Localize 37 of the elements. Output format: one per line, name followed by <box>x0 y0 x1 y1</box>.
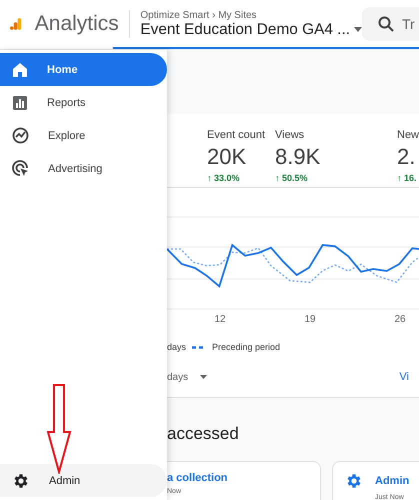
metric-value: 2. <box>397 144 416 170</box>
axis-label: 12 <box>214 314 226 325</box>
metric-value: 8.9K <box>275 144 322 170</box>
nav-item[interactable]: Explore <box>0 119 167 152</box>
home-icon <box>12 62 28 78</box>
target-cursor-icon <box>12 160 29 177</box>
explore-icon <box>12 127 29 144</box>
section-heading: accessed <box>167 424 240 444</box>
axis-label: 19 <box>304 314 316 325</box>
nav-item[interactable]: Advertising <box>0 152 167 185</box>
property-selector[interactable]: Event Education Demo GA4 ... <box>140 20 362 38</box>
metric-change: ↑ 33.0% <box>207 173 241 183</box>
settings-icon <box>12 472 30 490</box>
breadcrumb[interactable]: Optimize Smart › My Sites <box>140 10 362 20</box>
search-icon <box>378 16 394 32</box>
search-field[interactable]: Tr <box>362 7 419 41</box>
metric-label: Views <box>275 129 306 141</box>
view-link[interactable]: Vi <box>399 371 409 383</box>
nav-item[interactable]: Home <box>0 53 167 86</box>
metric-change: ↑ 16. <box>397 173 418 183</box>
bar-chart-icon <box>12 94 28 110</box>
card-title[interactable]: a collection <box>167 472 228 484</box>
caret-icon <box>200 375 208 379</box>
metric-value: 20K <box>207 144 248 170</box>
card-title[interactable]: Admin <box>375 475 410 487</box>
metric-change: ↑ 50.5% <box>275 173 309 183</box>
nav-item[interactable]: Reports <box>0 86 167 119</box>
nav-item[interactable]: Admin <box>0 464 167 497</box>
legend-label: Preceding period <box>212 342 280 352</box>
settings-icon <box>345 472 363 490</box>
metric-label: Event count <box>207 129 266 141</box>
axis-label: 26 <box>394 314 406 325</box>
date-range-dropdown[interactable]: days <box>167 372 208 382</box>
caret-icon <box>354 27 362 32</box>
product-name: Analytics <box>34 12 119 36</box>
metric-label: New <box>397 129 419 141</box>
legend-label: days <box>167 342 186 352</box>
